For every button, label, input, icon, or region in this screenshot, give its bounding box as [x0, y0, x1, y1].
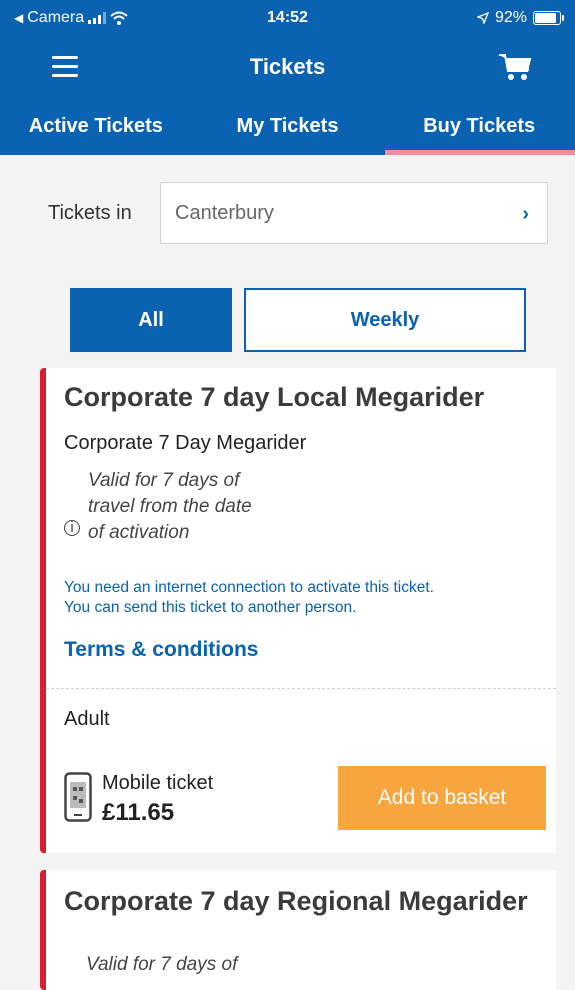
location-label: Tickets in — [48, 202, 132, 224]
battery-icon — [533, 11, 564, 25]
ticket-notice: You need an internet connection to activ… — [64, 578, 434, 618]
tab-buy-tickets[interactable]: Buy Tickets — [383, 98, 575, 155]
location-arrow-icon — [476, 12, 489, 24]
ticket-title: Corporate 7 day Local Megarider — [64, 382, 485, 412]
tab-my-tickets[interactable]: My Tickets — [192, 98, 384, 155]
terms-link[interactable]: Terms & conditions — [64, 638, 258, 662]
nav-bar: Tickets — [0, 36, 575, 98]
ticket-filters: All Weekly — [70, 288, 526, 352]
app-header: ◀ Camera 14:52 92% Tickets Active Ticket… — [0, 0, 575, 155]
notice-internet: You need an internet connection to activ… — [64, 579, 434, 596]
tab-active-tickets[interactable]: Active Tickets — [0, 98, 192, 155]
page-title: Tickets — [249, 54, 326, 79]
status-right: 92% — [476, 9, 564, 27]
info-icon: i — [64, 520, 80, 536]
validity-line-3: of activation — [88, 522, 190, 543]
passenger-type: Adult — [64, 708, 110, 730]
card-divider — [46, 688, 556, 689]
location-row: Tickets in Canterbury › — [48, 182, 548, 246]
location-selector[interactable]: Canterbury › — [160, 182, 548, 244]
validity-line-2: travel from the date — [88, 496, 252, 517]
validity-line-1: Valid for 7 days of — [88, 470, 240, 491]
ticket-info: Mobile ticket £11.65 — [102, 772, 213, 827]
ticket-title: Corporate 7 day Regional Megarider — [64, 886, 528, 916]
ticket-validity: Valid for 7 days of — [86, 954, 238, 975]
battery-percent: 92% — [494, 9, 527, 26]
ticket-price: £11.65 — [102, 799, 175, 826]
mobile-ticket-icon — [64, 772, 92, 822]
chevron-right-icon: › — [522, 203, 529, 225]
ticket-card: Corporate 7 day Local Megarider Corporat… — [40, 368, 556, 853]
notice-transfer: You can send this ticket to another pers… — [64, 599, 357, 616]
location-value: Canterbury — [175, 202, 274, 224]
status-bar: ◀ Camera 14:52 92% — [0, 0, 575, 36]
ticket-kind: Mobile ticket — [102, 772, 214, 794]
tab-bar: Active Tickets My Tickets Buy Tickets — [0, 98, 575, 155]
filter-weekly-button[interactable]: Weekly — [244, 288, 526, 352]
ticket-validity: i Valid for 7 days of travel from the da… — [64, 468, 284, 546]
add-to-basket-button[interactable]: Add to basket — [338, 766, 546, 830]
ticket-card: Corporate 7 day Regional Megarider Valid… — [40, 870, 556, 990]
ticket-subtitle: Corporate 7 Day Megarider — [64, 432, 307, 454]
filter-all-button[interactable]: All — [70, 288, 232, 352]
cart-icon[interactable] — [497, 52, 533, 82]
